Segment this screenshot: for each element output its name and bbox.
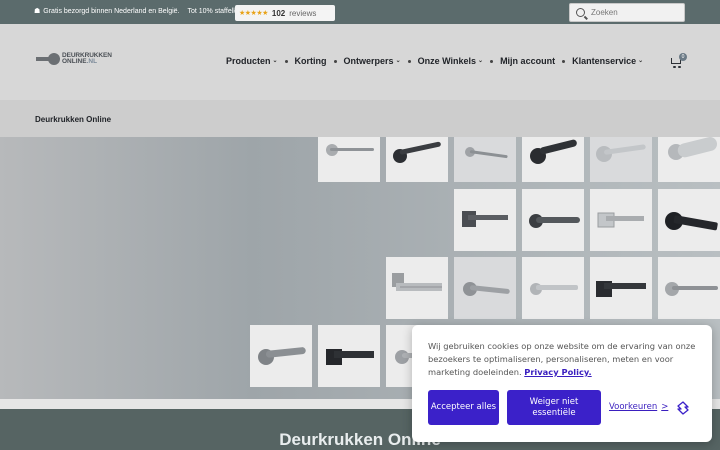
- logo-line2: ONLINE: [62, 58, 87, 65]
- nav-item-onze-winkels[interactable]: Onze Winkels ⌄: [418, 56, 483, 66]
- product-tile-image: [386, 257, 448, 319]
- privacy-policy-link[interactable]: Privacy Policy.: [524, 367, 591, 377]
- preferences-label: Voorkeuren: [609, 402, 658, 412]
- door-handle-image: [597, 212, 644, 228]
- nav-separator: [407, 59, 411, 63]
- door-handle-image: [393, 141, 441, 163]
- door-handle-image: [668, 137, 718, 160]
- search-input[interactable]: Zoeken: [569, 3, 685, 22]
- reviews-count: 102: [271, 8, 286, 18]
- product-tile-image: [590, 189, 652, 251]
- chevron-down-icon: ⌄: [272, 57, 278, 64]
- door-handle-image: [596, 144, 646, 162]
- product-tile-image: [454, 137, 516, 182]
- cookie-consent-banner: Wij gebruiken cookies op onze website om…: [412, 325, 712, 442]
- door-handle-image: [258, 347, 306, 365]
- door-handle-image: [530, 139, 577, 164]
- door-handle-image: [326, 144, 374, 156]
- usp-text: ☗ Gratis bezorgd binnen Nederland en Bel…: [34, 7, 254, 16]
- nav-item-mijn-account[interactable]: Mijn account: [500, 56, 555, 66]
- door-handle-image: [326, 349, 374, 365]
- chevron-right-icon: >: [661, 402, 669, 412]
- chevron-down-icon: ⌄: [478, 57, 484, 64]
- product-tile-image: [658, 189, 720, 251]
- product-tile-image: [522, 257, 584, 319]
- nav-label: Onze Winkels: [417, 56, 477, 66]
- product-tile-image: [454, 189, 516, 251]
- door-handle-image: [665, 282, 718, 296]
- reviews-badge[interactable]: ★★★★★ 102 reviews: [235, 5, 335, 21]
- chevron-down-icon: ⌄: [395, 57, 401, 64]
- door-handle-image: [463, 282, 510, 296]
- door-handle-image: [465, 147, 508, 159]
- main-header: DEURKRUKKEN ONLINE.NL Producten ⌄ Kortin…: [0, 24, 720, 100]
- nav-label: Ontwerpers: [343, 56, 394, 66]
- nav-item-producten[interactable]: Producten ⌄: [226, 56, 278, 66]
- nav-item-ontwerpers[interactable]: Ontwerpers ⌄: [344, 56, 401, 66]
- product-tile-image: [658, 137, 720, 182]
- breadcrumb-current: Deurkrukken Online: [35, 115, 112, 124]
- nav-separator: [333, 59, 337, 63]
- chevron-down-icon: ⌄: [638, 57, 644, 64]
- nav-label: Korting: [294, 56, 327, 66]
- cart-button[interactable]: 0: [671, 53, 687, 68]
- product-tile-image: [386, 137, 448, 182]
- nav-item-korting[interactable]: Korting: [295, 56, 327, 66]
- reject-non-essential-button[interactable]: Weiger niet essentiële: [507, 390, 601, 425]
- reviews-label: reviews: [289, 8, 317, 18]
- consent-brand-icon: [677, 401, 689, 415]
- top-bar: ☗ Gratis bezorgd binnen Nederland en Bel…: [0, 0, 720, 24]
- nav-item-klantenservice[interactable]: Klantenservice ⌄: [572, 56, 643, 66]
- accept-all-button[interactable]: Accepteer alles: [428, 390, 499, 425]
- breadcrumb: Deurkrukken Online: [0, 100, 720, 137]
- preferences-link[interactable]: Voorkeuren >: [609, 402, 668, 412]
- search-icon: [576, 8, 585, 17]
- product-tile-image: [590, 257, 652, 319]
- nav-label: Mijn account: [500, 56, 556, 66]
- nav-separator: [562, 59, 566, 63]
- nav-separator: [284, 59, 288, 63]
- product-tile-image: [658, 257, 720, 319]
- product-tile-image: [318, 137, 380, 182]
- door-handle-image: [596, 281, 646, 297]
- search-placeholder: Zoeken: [591, 8, 618, 17]
- cart-count-badge: 0: [679, 53, 687, 61]
- nav-separator: [490, 59, 494, 63]
- product-tile-image: [522, 137, 584, 182]
- product-tile-image: [454, 257, 516, 319]
- product-tile-image: [522, 189, 584, 251]
- door-handle-image: [529, 214, 580, 228]
- site-logo[interactable]: DEURKRUKKEN ONLINE.NL: [36, 52, 112, 65]
- main-nav: Producten ⌄ Korting Ontwerpers ⌄ Onze Wi…: [226, 56, 643, 66]
- door-handle-image: [462, 211, 508, 227]
- door-handle-image: [392, 273, 442, 291]
- logo-suffix: .NL: [86, 58, 98, 65]
- truck-icon: ☗: [34, 8, 41, 15]
- nav-label: Producten: [226, 56, 271, 66]
- rating-stars-icon: ★★★★★: [239, 10, 268, 17]
- door-handle-image: [530, 283, 578, 295]
- cookie-text: Wij gebruiken cookies op onze website om…: [428, 340, 702, 379]
- key-logo-icon: [36, 53, 60, 65]
- usp-shipping: Gratis bezorgd binnen Nederland en Belgi…: [43, 7, 180, 15]
- product-tile-image: [590, 137, 652, 182]
- product-tile-image: [250, 325, 312, 387]
- product-tile-image: [318, 325, 380, 387]
- nav-label: Klantenservice: [572, 56, 637, 66]
- door-handle-image: [665, 212, 718, 231]
